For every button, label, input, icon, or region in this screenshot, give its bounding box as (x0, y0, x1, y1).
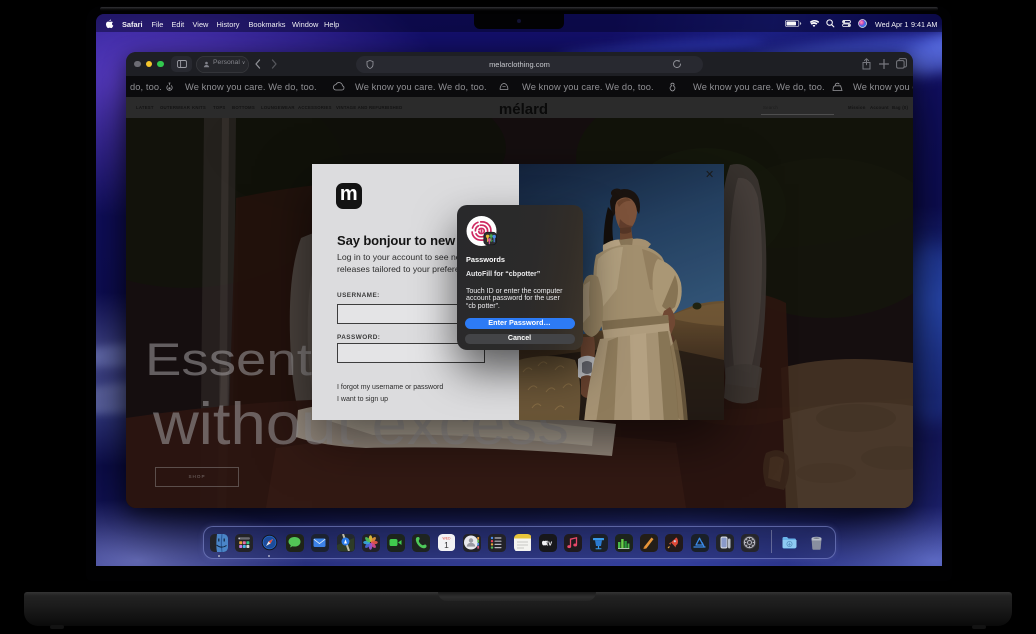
svg-text:tv: tv (546, 540, 552, 547)
svg-text:1: 1 (444, 539, 449, 549)
